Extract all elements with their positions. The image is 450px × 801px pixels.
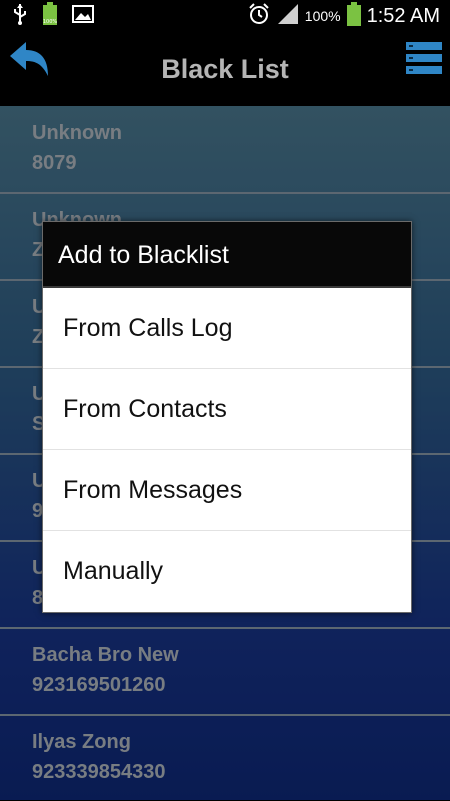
action-bar: Black List: [0, 32, 450, 106]
option-from-contacts[interactable]: From Contacts: [43, 369, 411, 450]
svg-text:100%: 100%: [43, 19, 58, 25]
battery-percent: 100%: [304, 8, 341, 24]
battery-icon: [346, 1, 361, 31]
option-from-messages[interactable]: From Messages: [43, 450, 411, 531]
image-icon: [72, 4, 94, 28]
page-title: Black List: [161, 54, 289, 84]
clock: 1:52 AM: [366, 4, 440, 27]
status-bar: 100% 100% 1:52 AM: [0, 0, 450, 32]
alarm-icon: [247, 2, 271, 31]
dialog-title: Add to Blacklist: [43, 222, 411, 288]
signal-icon: [277, 3, 299, 30]
menu-button[interactable]: [406, 40, 442, 76]
option-from-calls-log[interactable]: From Calls Log: [43, 288, 411, 369]
usb-icon: [12, 3, 28, 30]
battery-full-small-icon: 100%: [42, 1, 58, 31]
menu-list-icon: [406, 42, 442, 80]
option-manually[interactable]: Manually: [43, 531, 411, 611]
add-to-blacklist-dialog: Add to Blacklist From Calls Log From Con…: [42, 221, 412, 613]
